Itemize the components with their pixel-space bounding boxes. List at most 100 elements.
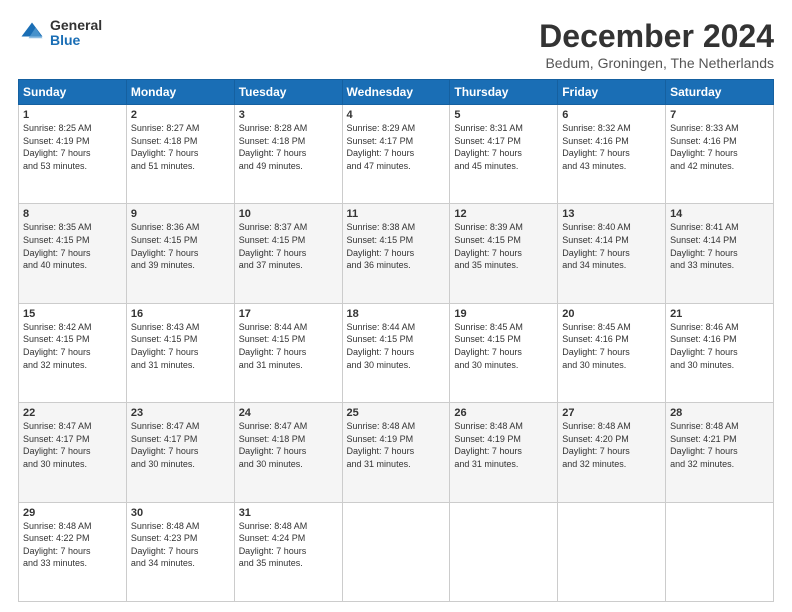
calendar-location: Bedum, Groningen, The Netherlands xyxy=(539,55,774,71)
table-row: 9Sunrise: 8:36 AM Sunset: 4:15 PM Daylig… xyxy=(126,204,234,303)
day-number: 19 xyxy=(454,308,553,320)
table-row: 27Sunrise: 8:48 AM Sunset: 4:20 PM Dayli… xyxy=(558,403,666,502)
header-thursday: Thursday xyxy=(450,80,558,105)
header-saturday: Saturday xyxy=(666,80,774,105)
day-info: Sunrise: 8:44 AM Sunset: 4:15 PM Dayligh… xyxy=(239,321,338,371)
day-info: Sunrise: 8:44 AM Sunset: 4:15 PM Dayligh… xyxy=(347,321,446,371)
day-info: Sunrise: 8:25 AM Sunset: 4:19 PM Dayligh… xyxy=(23,122,122,172)
day-info: Sunrise: 8:48 AM Sunset: 4:22 PM Dayligh… xyxy=(23,520,122,570)
day-number: 9 xyxy=(131,208,230,220)
table-row: 16Sunrise: 8:43 AM Sunset: 4:15 PM Dayli… xyxy=(126,303,234,402)
day-info: Sunrise: 8:45 AM Sunset: 4:16 PM Dayligh… xyxy=(562,321,661,371)
table-row: 13Sunrise: 8:40 AM Sunset: 4:14 PM Dayli… xyxy=(558,204,666,303)
day-number: 15 xyxy=(23,308,122,320)
page: General Blue December 2024 Bedum, Gronin… xyxy=(0,0,792,612)
title-block: December 2024 Bedum, Groningen, The Neth… xyxy=(539,18,774,71)
day-info: Sunrise: 8:31 AM Sunset: 4:17 PM Dayligh… xyxy=(454,122,553,172)
table-row: 19Sunrise: 8:45 AM Sunset: 4:15 PM Dayli… xyxy=(450,303,558,402)
header-monday: Monday xyxy=(126,80,234,105)
day-number: 1 xyxy=(23,109,122,121)
day-info: Sunrise: 8:47 AM Sunset: 4:17 PM Dayligh… xyxy=(23,420,122,470)
day-number: 7 xyxy=(670,109,769,121)
table-row: 31Sunrise: 8:48 AM Sunset: 4:24 PM Dayli… xyxy=(234,502,342,601)
day-info: Sunrise: 8:48 AM Sunset: 4:21 PM Dayligh… xyxy=(670,420,769,470)
day-info: Sunrise: 8:48 AM Sunset: 4:19 PM Dayligh… xyxy=(454,420,553,470)
header-tuesday: Tuesday xyxy=(234,80,342,105)
table-row: 2Sunrise: 8:27 AM Sunset: 4:18 PM Daylig… xyxy=(126,105,234,204)
table-row: 29Sunrise: 8:48 AM Sunset: 4:22 PM Dayli… xyxy=(19,502,127,601)
day-info: Sunrise: 8:48 AM Sunset: 4:23 PM Dayligh… xyxy=(131,520,230,570)
logo-icon xyxy=(18,19,46,47)
day-number: 22 xyxy=(23,407,122,419)
day-number: 18 xyxy=(347,308,446,320)
day-info: Sunrise: 8:38 AM Sunset: 4:15 PM Dayligh… xyxy=(347,221,446,271)
table-row: 30Sunrise: 8:48 AM Sunset: 4:23 PM Dayli… xyxy=(126,502,234,601)
day-info: Sunrise: 8:48 AM Sunset: 4:19 PM Dayligh… xyxy=(347,420,446,470)
calendar-table: Sunday Monday Tuesday Wednesday Thursday… xyxy=(18,79,774,602)
day-info: Sunrise: 8:37 AM Sunset: 4:15 PM Dayligh… xyxy=(239,221,338,271)
day-info: Sunrise: 8:32 AM Sunset: 4:16 PM Dayligh… xyxy=(562,122,661,172)
logo: General Blue xyxy=(18,18,102,49)
header-friday: Friday xyxy=(558,80,666,105)
day-number: 5 xyxy=(454,109,553,121)
day-info: Sunrise: 8:48 AM Sunset: 4:20 PM Dayligh… xyxy=(562,420,661,470)
table-row: 18Sunrise: 8:44 AM Sunset: 4:15 PM Dayli… xyxy=(342,303,450,402)
day-info: Sunrise: 8:48 AM Sunset: 4:24 PM Dayligh… xyxy=(239,520,338,570)
table-row: 14Sunrise: 8:41 AM Sunset: 4:14 PM Dayli… xyxy=(666,204,774,303)
day-number: 26 xyxy=(454,407,553,419)
day-info: Sunrise: 8:42 AM Sunset: 4:15 PM Dayligh… xyxy=(23,321,122,371)
table-row: 21Sunrise: 8:46 AM Sunset: 4:16 PM Dayli… xyxy=(666,303,774,402)
table-row xyxy=(450,502,558,601)
table-row: 10Sunrise: 8:37 AM Sunset: 4:15 PM Dayli… xyxy=(234,204,342,303)
day-info: Sunrise: 8:43 AM Sunset: 4:15 PM Dayligh… xyxy=(131,321,230,371)
day-info: Sunrise: 8:39 AM Sunset: 4:15 PM Dayligh… xyxy=(454,221,553,271)
day-info: Sunrise: 8:29 AM Sunset: 4:17 PM Dayligh… xyxy=(347,122,446,172)
header-wednesday: Wednesday xyxy=(342,80,450,105)
day-number: 30 xyxy=(131,507,230,519)
table-row: 3Sunrise: 8:28 AM Sunset: 4:18 PM Daylig… xyxy=(234,105,342,204)
day-number: 31 xyxy=(239,507,338,519)
day-info: Sunrise: 8:47 AM Sunset: 4:17 PM Dayligh… xyxy=(131,420,230,470)
day-info: Sunrise: 8:40 AM Sunset: 4:14 PM Dayligh… xyxy=(562,221,661,271)
calendar-week-row: 22Sunrise: 8:47 AM Sunset: 4:17 PM Dayli… xyxy=(19,403,774,502)
table-row: 20Sunrise: 8:45 AM Sunset: 4:16 PM Dayli… xyxy=(558,303,666,402)
day-number: 2 xyxy=(131,109,230,121)
day-number: 17 xyxy=(239,308,338,320)
day-info: Sunrise: 8:33 AM Sunset: 4:16 PM Dayligh… xyxy=(670,122,769,172)
table-row: 22Sunrise: 8:47 AM Sunset: 4:17 PM Dayli… xyxy=(19,403,127,502)
day-number: 11 xyxy=(347,208,446,220)
day-info: Sunrise: 8:41 AM Sunset: 4:14 PM Dayligh… xyxy=(670,221,769,271)
table-row: 6Sunrise: 8:32 AM Sunset: 4:16 PM Daylig… xyxy=(558,105,666,204)
day-number: 4 xyxy=(347,109,446,121)
table-row: 15Sunrise: 8:42 AM Sunset: 4:15 PM Dayli… xyxy=(19,303,127,402)
day-info: Sunrise: 8:46 AM Sunset: 4:16 PM Dayligh… xyxy=(670,321,769,371)
day-number: 24 xyxy=(239,407,338,419)
table-row xyxy=(666,502,774,601)
logo-general-text: General xyxy=(50,18,102,33)
header-sunday: Sunday xyxy=(19,80,127,105)
table-row: 11Sunrise: 8:38 AM Sunset: 4:15 PM Dayli… xyxy=(342,204,450,303)
logo-text: General Blue xyxy=(50,18,102,49)
day-number: 10 xyxy=(239,208,338,220)
table-row: 7Sunrise: 8:33 AM Sunset: 4:16 PM Daylig… xyxy=(666,105,774,204)
day-number: 8 xyxy=(23,208,122,220)
day-info: Sunrise: 8:27 AM Sunset: 4:18 PM Dayligh… xyxy=(131,122,230,172)
day-number: 23 xyxy=(131,407,230,419)
table-row: 8Sunrise: 8:35 AM Sunset: 4:15 PM Daylig… xyxy=(19,204,127,303)
day-info: Sunrise: 8:35 AM Sunset: 4:15 PM Dayligh… xyxy=(23,221,122,271)
day-number: 14 xyxy=(670,208,769,220)
table-row: 1Sunrise: 8:25 AM Sunset: 4:19 PM Daylig… xyxy=(19,105,127,204)
day-info: Sunrise: 8:47 AM Sunset: 4:18 PM Dayligh… xyxy=(239,420,338,470)
day-number: 16 xyxy=(131,308,230,320)
table-row: 12Sunrise: 8:39 AM Sunset: 4:15 PM Dayli… xyxy=(450,204,558,303)
calendar-week-row: 29Sunrise: 8:48 AM Sunset: 4:22 PM Dayli… xyxy=(19,502,774,601)
day-number: 29 xyxy=(23,507,122,519)
day-number: 13 xyxy=(562,208,661,220)
day-number: 27 xyxy=(562,407,661,419)
calendar-week-row: 8Sunrise: 8:35 AM Sunset: 4:15 PM Daylig… xyxy=(19,204,774,303)
table-row: 26Sunrise: 8:48 AM Sunset: 4:19 PM Dayli… xyxy=(450,403,558,502)
table-row: 5Sunrise: 8:31 AM Sunset: 4:17 PM Daylig… xyxy=(450,105,558,204)
day-info: Sunrise: 8:28 AM Sunset: 4:18 PM Dayligh… xyxy=(239,122,338,172)
calendar-week-row: 15Sunrise: 8:42 AM Sunset: 4:15 PM Dayli… xyxy=(19,303,774,402)
calendar-week-row: 1Sunrise: 8:25 AM Sunset: 4:19 PM Daylig… xyxy=(19,105,774,204)
